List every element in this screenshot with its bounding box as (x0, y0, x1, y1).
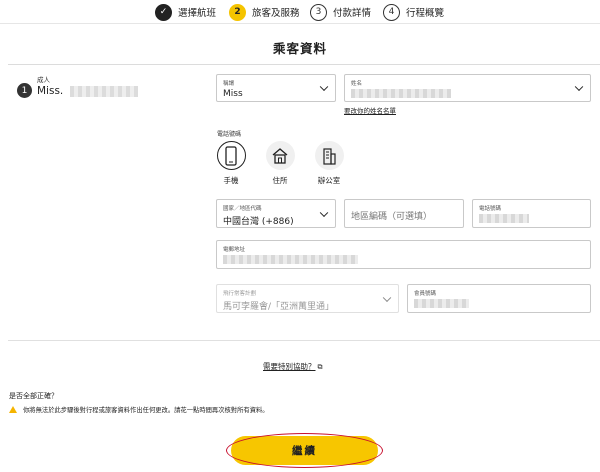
phone-type-label: 住所 (272, 176, 288, 185)
field-label: 電郵地址 (223, 247, 246, 253)
phone-type-label: 手機 (223, 176, 239, 185)
phone-type-label: 辦公室 (317, 176, 341, 185)
field-label: 稱謂 (223, 81, 235, 87)
chevron-down-icon (382, 293, 392, 302)
field-label: 電話號碼 (479, 206, 502, 212)
redacted-value (223, 255, 358, 264)
passenger-name: Miss. (37, 85, 64, 97)
step-label: 選擇航班 (178, 8, 217, 19)
redacted-value (351, 89, 451, 98)
special-assistance-link[interactable]: 需要特別協助？ ⧉ (263, 361, 323, 372)
passenger-index-badge: 1 (17, 83, 32, 98)
step-passengers-services: 2 旅客及服務 (229, 3, 300, 21)
page-title: 乘客資料 (272, 41, 327, 56)
chevron-down-icon (319, 208, 329, 217)
step-itinerary-overview: 4 行程概覽 (383, 3, 444, 21)
step-select-flight[interactable]: ✓ 選擇航班 (155, 3, 216, 21)
chevron-down-icon (574, 82, 584, 92)
redacted-name (70, 86, 138, 97)
area-code-input[interactable]: 地區編碼（可選填） (344, 199, 464, 228)
divider (8, 340, 600, 341)
warning-message: 你將無法於此步驟後對行程或旅客資料作出任何更改。請花一點時間再次核對所有資料。 (9, 405, 269, 414)
field-label: 姓名 (351, 81, 363, 87)
frequent-flyer-program-select[interactable]: 飛行常客計劃 馬可孛羅會/「亞洲萬里通」 (216, 284, 399, 313)
step-label: 行程概覽 (406, 8, 445, 19)
phone-type-label: 電話號碼 (217, 131, 242, 138)
progress-stepper: ✓ 選擇航班 2 旅客及服務 3 付款詳情 4 行程概覽 (0, 0, 600, 24)
divider (8, 64, 600, 65)
field-value: 中國台灣 (+886) (223, 217, 294, 227)
member-number-input[interactable]: 會員號碼 (407, 284, 591, 313)
step-label: 付款詳情 (333, 8, 372, 19)
phone-type-mobile[interactable]: 手機 (211, 141, 251, 186)
name-select[interactable]: 姓名 (344, 74, 591, 102)
field-placeholder: 地區編碼（可選填） (351, 212, 433, 222)
phone-type-office[interactable]: 辦公室 (309, 141, 349, 186)
checkmark-icon: ✓ (155, 3, 172, 21)
external-link-icon: ⧉ (317, 363, 323, 371)
mobile-phone-icon (216, 141, 246, 170)
field-value: 馬可孛羅會/「亞洲萬里通」 (223, 302, 335, 312)
field-label: 國家／地區代碼 (223, 206, 262, 212)
field-label: 飛行常客計劃 (223, 291, 257, 297)
email-input[interactable]: 電郵地址 (216, 240, 591, 269)
redacted-value (414, 299, 469, 308)
step-number: 3 (310, 3, 327, 21)
phone-number-input[interactable]: 電話號碼 (472, 199, 591, 228)
step-payment-details: 3 付款詳情 (310, 3, 371, 21)
link-text: 需要特別協助？ (263, 362, 316, 371)
warning-icon (9, 406, 17, 413)
title-select[interactable]: 稱謂 Miss (216, 74, 336, 102)
chevron-down-icon (319, 82, 329, 92)
warning-text: 你將無法於此步驟後對行程或旅客資料作出任何更改。請花一點時間再次核對所有資料。 (23, 407, 269, 414)
country-code-select[interactable]: 國家／地區代碼 中國台灣 (+886) (216, 199, 336, 228)
office-building-icon (314, 141, 344, 170)
confirm-question: 是否全部正確？ (9, 392, 58, 400)
phone-type-home[interactable]: 住所 (260, 141, 300, 186)
redacted-value (479, 214, 529, 223)
house-icon (265, 141, 295, 170)
change-name-link[interactable]: 要改你的姓名名單 (344, 105, 396, 115)
field-value: Miss (223, 89, 243, 99)
step-label: 旅客及服務 (252, 8, 300, 19)
passenger-type: 成人 (37, 76, 50, 84)
continue-button[interactable]: 繼續 (231, 436, 378, 465)
step-number: 4 (383, 3, 400, 21)
step-number: 2 (229, 3, 246, 21)
field-label: 會員號碼 (414, 291, 437, 297)
